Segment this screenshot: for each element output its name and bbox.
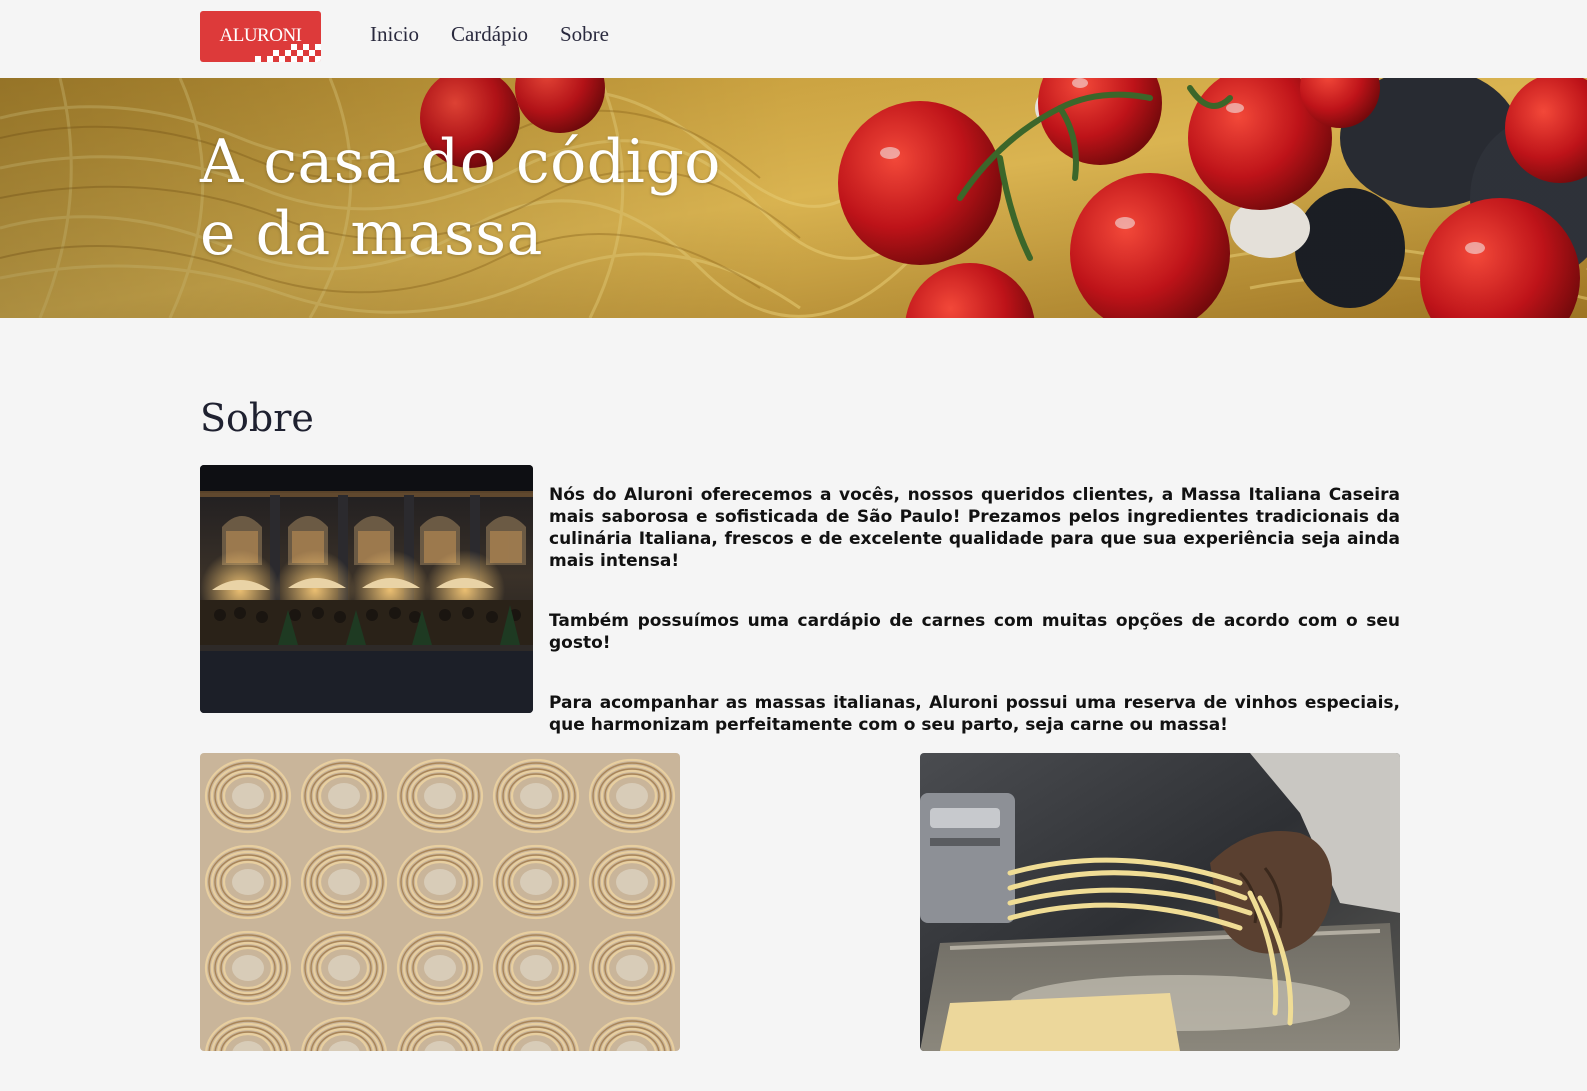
restaurant-night-photo [200, 465, 533, 713]
about-text: Nós do Aluroni oferecemos a vocês, nosso… [549, 484, 1400, 774]
pasta-nests-photo [200, 753, 680, 1051]
hero-banner: A casa do código e da massa [0, 78, 1587, 318]
nav-link-inicio[interactable]: Inicio [370, 22, 419, 47]
about-paragraph: Para acompanhar as massas italianas, Alu… [549, 693, 1400, 735]
chef-making-pasta-photo [920, 753, 1400, 1051]
hero-title-line-2: e da massa [200, 199, 543, 269]
site-header: ALURONI Inicio Cardápio Sobre [0, 0, 1587, 78]
about-paragraph: Também possuímos uma cardápio de carnes … [549, 611, 1400, 653]
hero-title: A casa do código e da massa [200, 126, 721, 270]
hero-title-line-1: A casa do código [200, 127, 721, 197]
nav-link-sobre[interactable]: Sobre [560, 22, 609, 47]
about-paragraph: Nós do Aluroni oferecemos a vocês, nosso… [549, 485, 1400, 571]
checkered-pattern-icon [255, 44, 321, 62]
about-title: Sobre [200, 396, 314, 440]
aluroni-logo[interactable]: ALURONI [200, 11, 321, 62]
nav-link-cardapio[interactable]: Cardápio [451, 22, 528, 47]
main-nav: Inicio Cardápio Sobre [370, 22, 641, 47]
